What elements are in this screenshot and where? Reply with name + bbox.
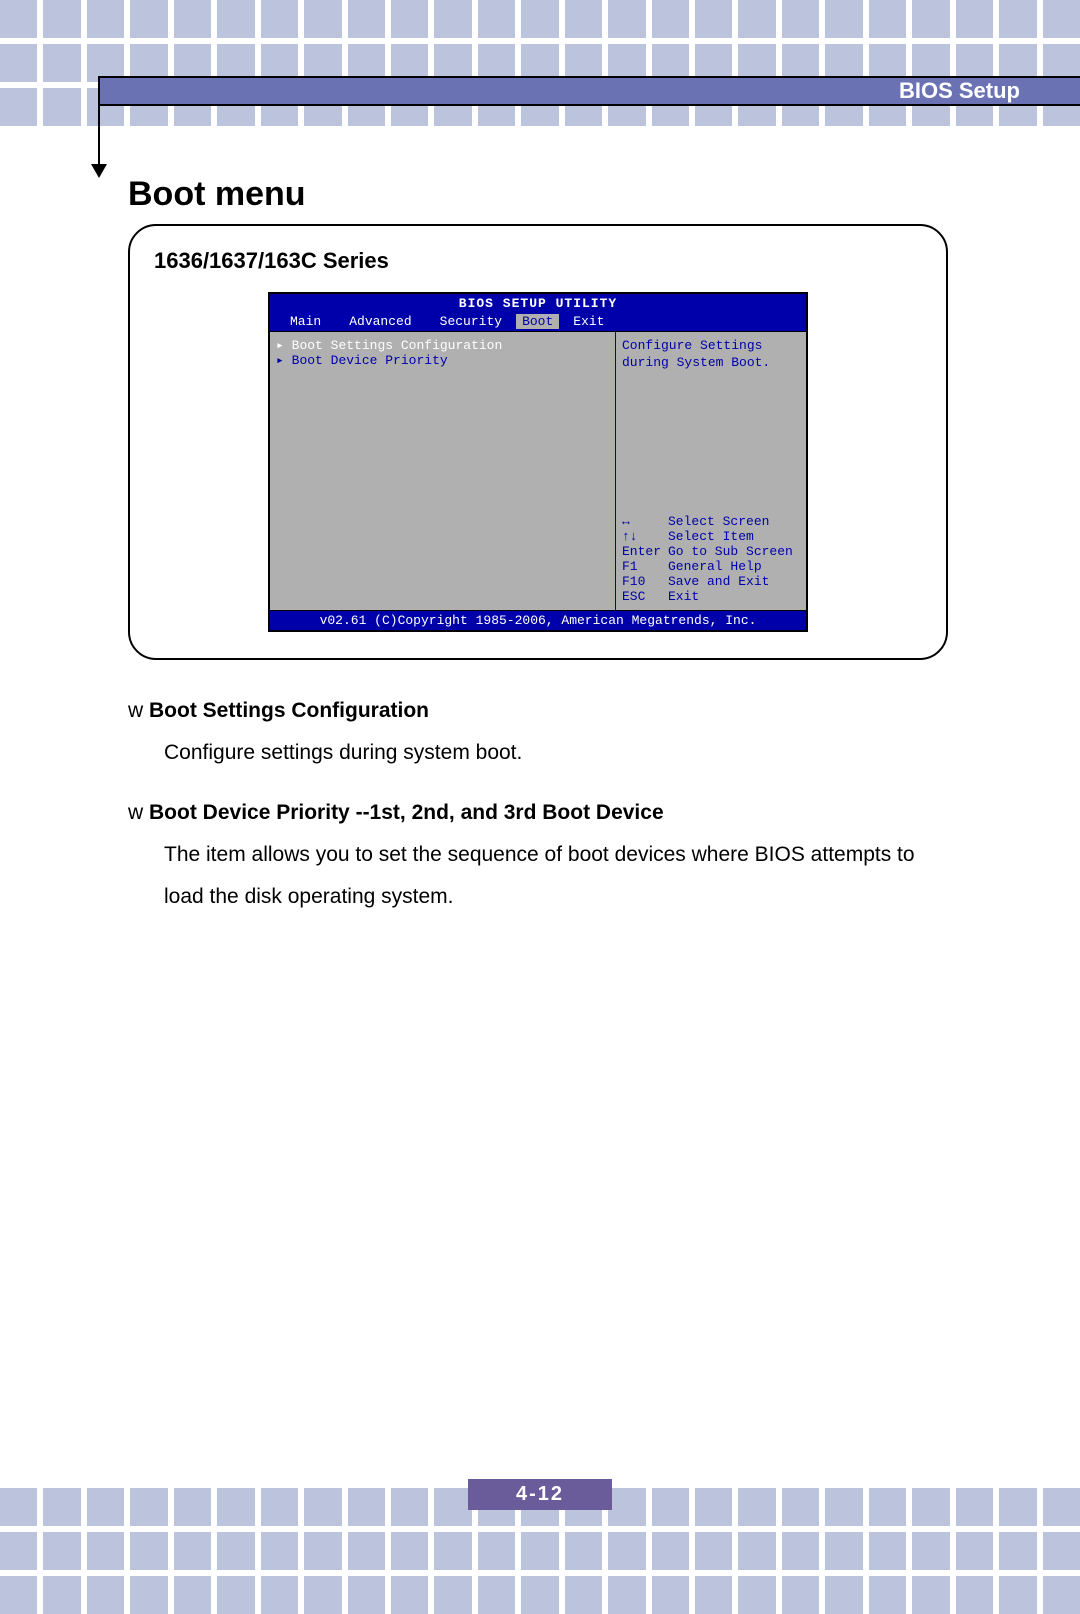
bios-item-boot-settings[interactable]: Boot Settings Configuration xyxy=(276,338,609,353)
bios-title: BIOS SETUP UTILITY xyxy=(270,294,806,313)
bios-tab-exit[interactable]: Exit xyxy=(559,314,618,329)
decorative-top xyxy=(0,0,1080,126)
note-desc: The item allows you to set the sequence … xyxy=(164,834,948,918)
bios-tab-boot[interactable]: Boot xyxy=(516,314,559,329)
bios-item-boot-priority[interactable]: Boot Device Priority xyxy=(276,353,609,368)
bullet-icon: w xyxy=(128,699,143,722)
bios-key-legend: ↔Select Screen ↑↓Select Item EnterGo to … xyxy=(622,514,800,604)
page-heading: Boot menu xyxy=(128,175,948,214)
header-title: BIOS Setup xyxy=(899,78,1020,104)
bios-left-pane: Boot Settings Configuration Boot Device … xyxy=(270,332,616,610)
bios-tab-main[interactable]: Main xyxy=(276,314,335,329)
series-label: 1636/1637/163C Series xyxy=(154,248,922,274)
note-item: w Boot Device Priority --1st, 2nd, and 3… xyxy=(128,792,948,918)
bios-menubar: Main Advanced Security Boot Exit xyxy=(270,313,806,331)
down-arrow-icon xyxy=(91,164,107,178)
bios-right-pane: Configure Settings during System Boot. ↔… xyxy=(616,332,806,610)
note-desc: Configure settings during system boot. xyxy=(164,732,948,774)
bios-tab-advanced[interactable]: Advanced xyxy=(335,314,425,329)
section-header: BIOS Setup xyxy=(98,76,1080,106)
bios-screenshot: BIOS SETUP UTILITY Main Advanced Securit… xyxy=(268,292,808,632)
note-label: Boot Settings Configuration xyxy=(149,699,429,722)
bios-footer: v02.61 (C)Copyright 1985-2006, American … xyxy=(270,611,806,630)
page-number: 4-12 xyxy=(468,1479,612,1510)
bullet-icon: w xyxy=(128,801,143,824)
bios-panel: 1636/1637/163C Series BIOS SETUP UTILITY… xyxy=(128,224,948,660)
note-item: w Boot Settings Configuration Configure … xyxy=(128,690,948,774)
bios-hint-line: during System Boot. xyxy=(622,355,800,372)
bios-hint-line: Configure Settings xyxy=(622,338,800,355)
bios-tab-security[interactable]: Security xyxy=(426,314,516,329)
note-label: Boot Device Priority --1st, 2nd, and 3rd… xyxy=(149,801,664,824)
notes-section: w Boot Settings Configuration Configure … xyxy=(128,690,948,918)
